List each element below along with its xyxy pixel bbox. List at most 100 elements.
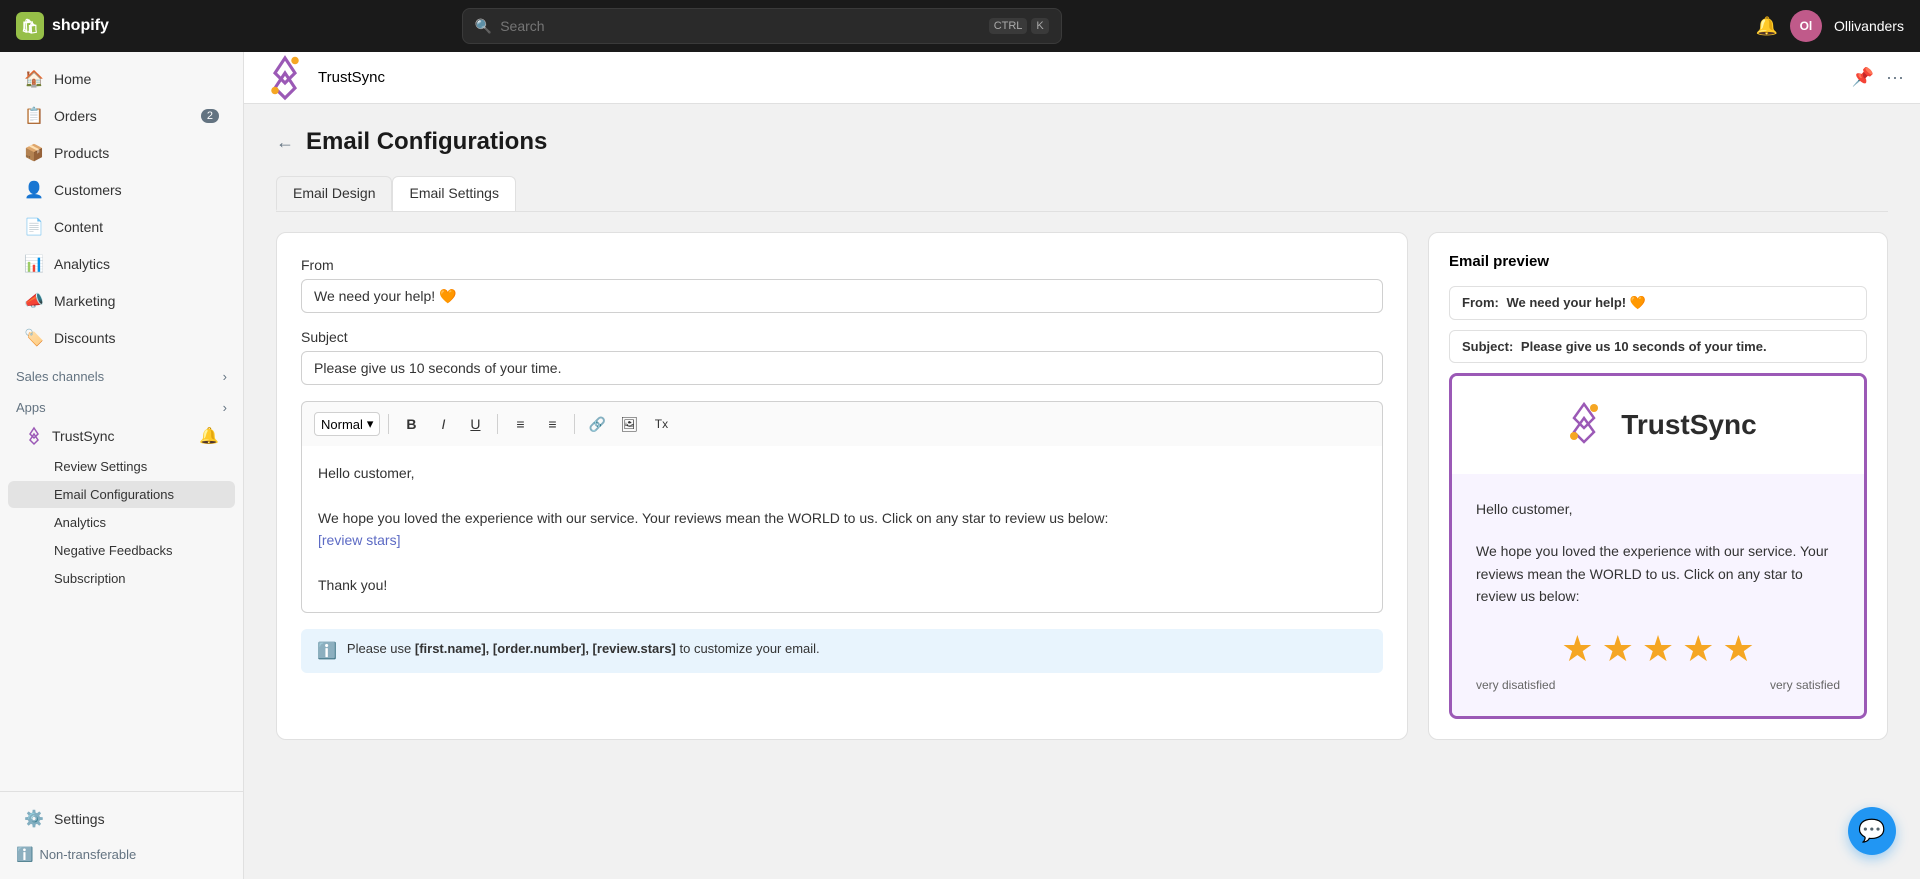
from-input[interactable] — [301, 279, 1383, 313]
sidebar-item-label: Customers — [54, 182, 122, 198]
two-column-layout: From Subject Normal ▾ — [276, 232, 1888, 740]
back-button[interactable]: ← — [276, 132, 294, 153]
editor-line-2: We hope you loved the experience with ou… — [318, 507, 1366, 529]
sidebar-item-label: Analytics — [54, 256, 110, 272]
settings-icon: ⚙️ — [24, 809, 44, 829]
sidebar-item-marketing[interactable]: 📣 Marketing — [8, 283, 235, 319]
sidebar-sub-item-analytics[interactable]: Analytics — [8, 509, 235, 536]
star-4[interactable]: ★ — [1682, 628, 1714, 670]
more-icon[interactable]: ··· — [1886, 67, 1904, 88]
main-layout: 🏠 Home 📋 Orders 2 📦 Products 👤 Customers… — [0, 52, 1920, 879]
sidebar-item-label: Products — [54, 145, 109, 161]
underline-button[interactable]: U — [461, 410, 489, 438]
analytics-icon: 📊 — [24, 254, 44, 274]
toolbar-divider-1 — [388, 414, 389, 434]
shopify-logo[interactable]: 🛍 shopify — [16, 12, 109, 40]
unordered-list-button[interactable]: ≡ — [538, 410, 566, 438]
orders-badge: 2 — [201, 109, 219, 123]
pin-icon[interactable]: 📌 — [1852, 67, 1874, 88]
sidebar-item-analytics[interactable]: 📊 Analytics — [8, 246, 235, 282]
preview-logo-area: TrustSync — [1476, 400, 1840, 450]
preview-title: Email preview — [1449, 253, 1867, 270]
preview-subject-label: Subject: — [1462, 339, 1513, 354]
avatar[interactable]: Ol — [1790, 10, 1822, 42]
ordered-list-button[interactable]: ≡ — [506, 410, 534, 438]
sidebar-item-customers[interactable]: 👤 Customers — [8, 172, 235, 208]
nav-right: 🔔 Ol Ollivanders — [1756, 10, 1904, 42]
shopify-bag-icon: 🛍 — [16, 12, 44, 40]
tab-email-settings[interactable]: Email Settings — [392, 176, 515, 211]
apps-header[interactable]: Apps › — [0, 388, 243, 419]
sidebar-nav: 🏠 Home 📋 Orders 2 📦 Products 👤 Customers… — [0, 52, 243, 791]
notification-bell-icon[interactable]: 🔔 — [1756, 16, 1778, 37]
editor-body[interactable]: Hello customer, We hope you loved the ex… — [301, 446, 1383, 613]
preview-from-value: We need your help! 🧡 — [1506, 295, 1645, 310]
top-navigation: 🛍 shopify 🔍 CTRL K 🔔 Ol Ollivanders — [0, 0, 1920, 52]
app-header: TrustSync 📌 ··· — [244, 52, 1920, 104]
info-highlights: [first.name], [order.number], [review.st… — [415, 641, 676, 656]
info-text: Please use [first.name], [order.number],… — [347, 641, 820, 656]
content-area: TrustSync 📌 ··· ← Email Configurations E… — [244, 52, 1920, 879]
from-label: From — [301, 257, 1383, 273]
sidebar-item-settings[interactable]: ⚙️ Settings — [8, 801, 235, 837]
ctrl-key: CTRL — [989, 18, 1028, 34]
image-button[interactable]: 🖼 — [615, 410, 643, 438]
sidebar-item-discounts[interactable]: 🏷️ Discounts — [8, 320, 235, 356]
bold-button[interactable]: B — [397, 410, 425, 438]
sidebar-app-trustsync[interactable]: TrustSync 🔔 — [8, 420, 235, 452]
stars-label-right: very satisfied — [1770, 678, 1840, 692]
sidebar-bottom: ⚙️ Settings ℹ️ Non-transferable — [0, 791, 243, 879]
sidebar-sub-item-negative-feedbacks[interactable]: Negative Feedbacks — [8, 537, 235, 564]
sales-channels-header[interactable]: Sales channels › — [0, 357, 243, 388]
page-content: ← Email Configurations Email Design Emai… — [244, 104, 1920, 879]
home-icon: 🏠 — [24, 69, 44, 89]
sidebar-item-home[interactable]: 🏠 Home — [8, 61, 235, 97]
stars-labels: very disatisfied very satisfied — [1476, 678, 1840, 692]
subject-label: Subject — [301, 329, 1383, 345]
sidebar-sub-item-review-settings[interactable]: Review Settings — [8, 453, 235, 480]
page-title: Email Configurations — [306, 128, 547, 156]
subject-input[interactable] — [301, 351, 1383, 385]
text-style-select[interactable]: Normal ▾ — [314, 412, 380, 436]
preview-logo-icon — [1559, 400, 1609, 450]
clear-format-button[interactable]: Tx — [647, 410, 675, 438]
sidebar-sub-item-subscription[interactable]: Subscription — [8, 565, 235, 592]
star-5[interactable]: ★ — [1722, 628, 1754, 670]
star-3[interactable]: ★ — [1642, 628, 1674, 670]
search-input[interactable] — [500, 18, 980, 34]
star-2[interactable]: ★ — [1602, 628, 1634, 670]
sidebar-item-products[interactable]: 📦 Products — [8, 135, 235, 171]
preview-logo-text: TrustSync — [1621, 409, 1756, 441]
non-transferable-badge: ℹ️ Non-transferable — [0, 838, 243, 871]
style-select-chevron: ▾ — [367, 416, 374, 432]
customers-icon: 👤 — [24, 180, 44, 200]
sidebar-sub-item-email-configurations[interactable]: Email Configurations — [8, 481, 235, 508]
preview-subject: Subject: Please give us 10 seconds of yo… — [1449, 330, 1867, 363]
page-header: ← Email Configurations — [276, 128, 1888, 156]
sales-channels-label: Sales channels — [16, 369, 104, 384]
italic-button[interactable]: I — [429, 410, 457, 438]
review-stars-link[interactable]: [review stars] — [318, 532, 400, 548]
sidebar-item-label: Content — [54, 219, 103, 235]
trustsync-label: TrustSync — [52, 428, 115, 444]
sidebar-item-content[interactable]: 📄 Content — [8, 209, 235, 245]
sidebar-item-orders[interactable]: 📋 Orders 2 — [8, 98, 235, 134]
link-button[interactable]: 🔗 — [583, 410, 611, 438]
sidebar-item-label: Marketing — [54, 293, 115, 309]
trustsync-bell-icon[interactable]: 🔔 — [199, 426, 219, 446]
content-icon: 📄 — [24, 217, 44, 237]
editor-line-1: Hello customer, — [318, 462, 1366, 484]
search-bar[interactable]: 🔍 CTRL K — [462, 8, 1062, 44]
star-1[interactable]: ★ — [1561, 628, 1593, 670]
subject-group: Subject — [301, 329, 1383, 385]
apps-label: Apps — [16, 400, 46, 415]
preview-card: Email preview From: We need your help! 🧡… — [1428, 232, 1888, 740]
chat-button[interactable]: 💬 — [1848, 807, 1896, 855]
marketing-icon: 📣 — [24, 291, 44, 311]
tab-email-design[interactable]: Email Design — [276, 176, 392, 211]
discounts-icon: 🏷️ — [24, 328, 44, 348]
app-header-actions: 📌 ··· — [1852, 67, 1904, 88]
preview-email-content: Hello customer, We hope you loved the ex… — [1452, 474, 1864, 716]
form-card: From Subject Normal ▾ — [276, 232, 1408, 740]
sidebar-item-label: Discounts — [54, 330, 115, 346]
